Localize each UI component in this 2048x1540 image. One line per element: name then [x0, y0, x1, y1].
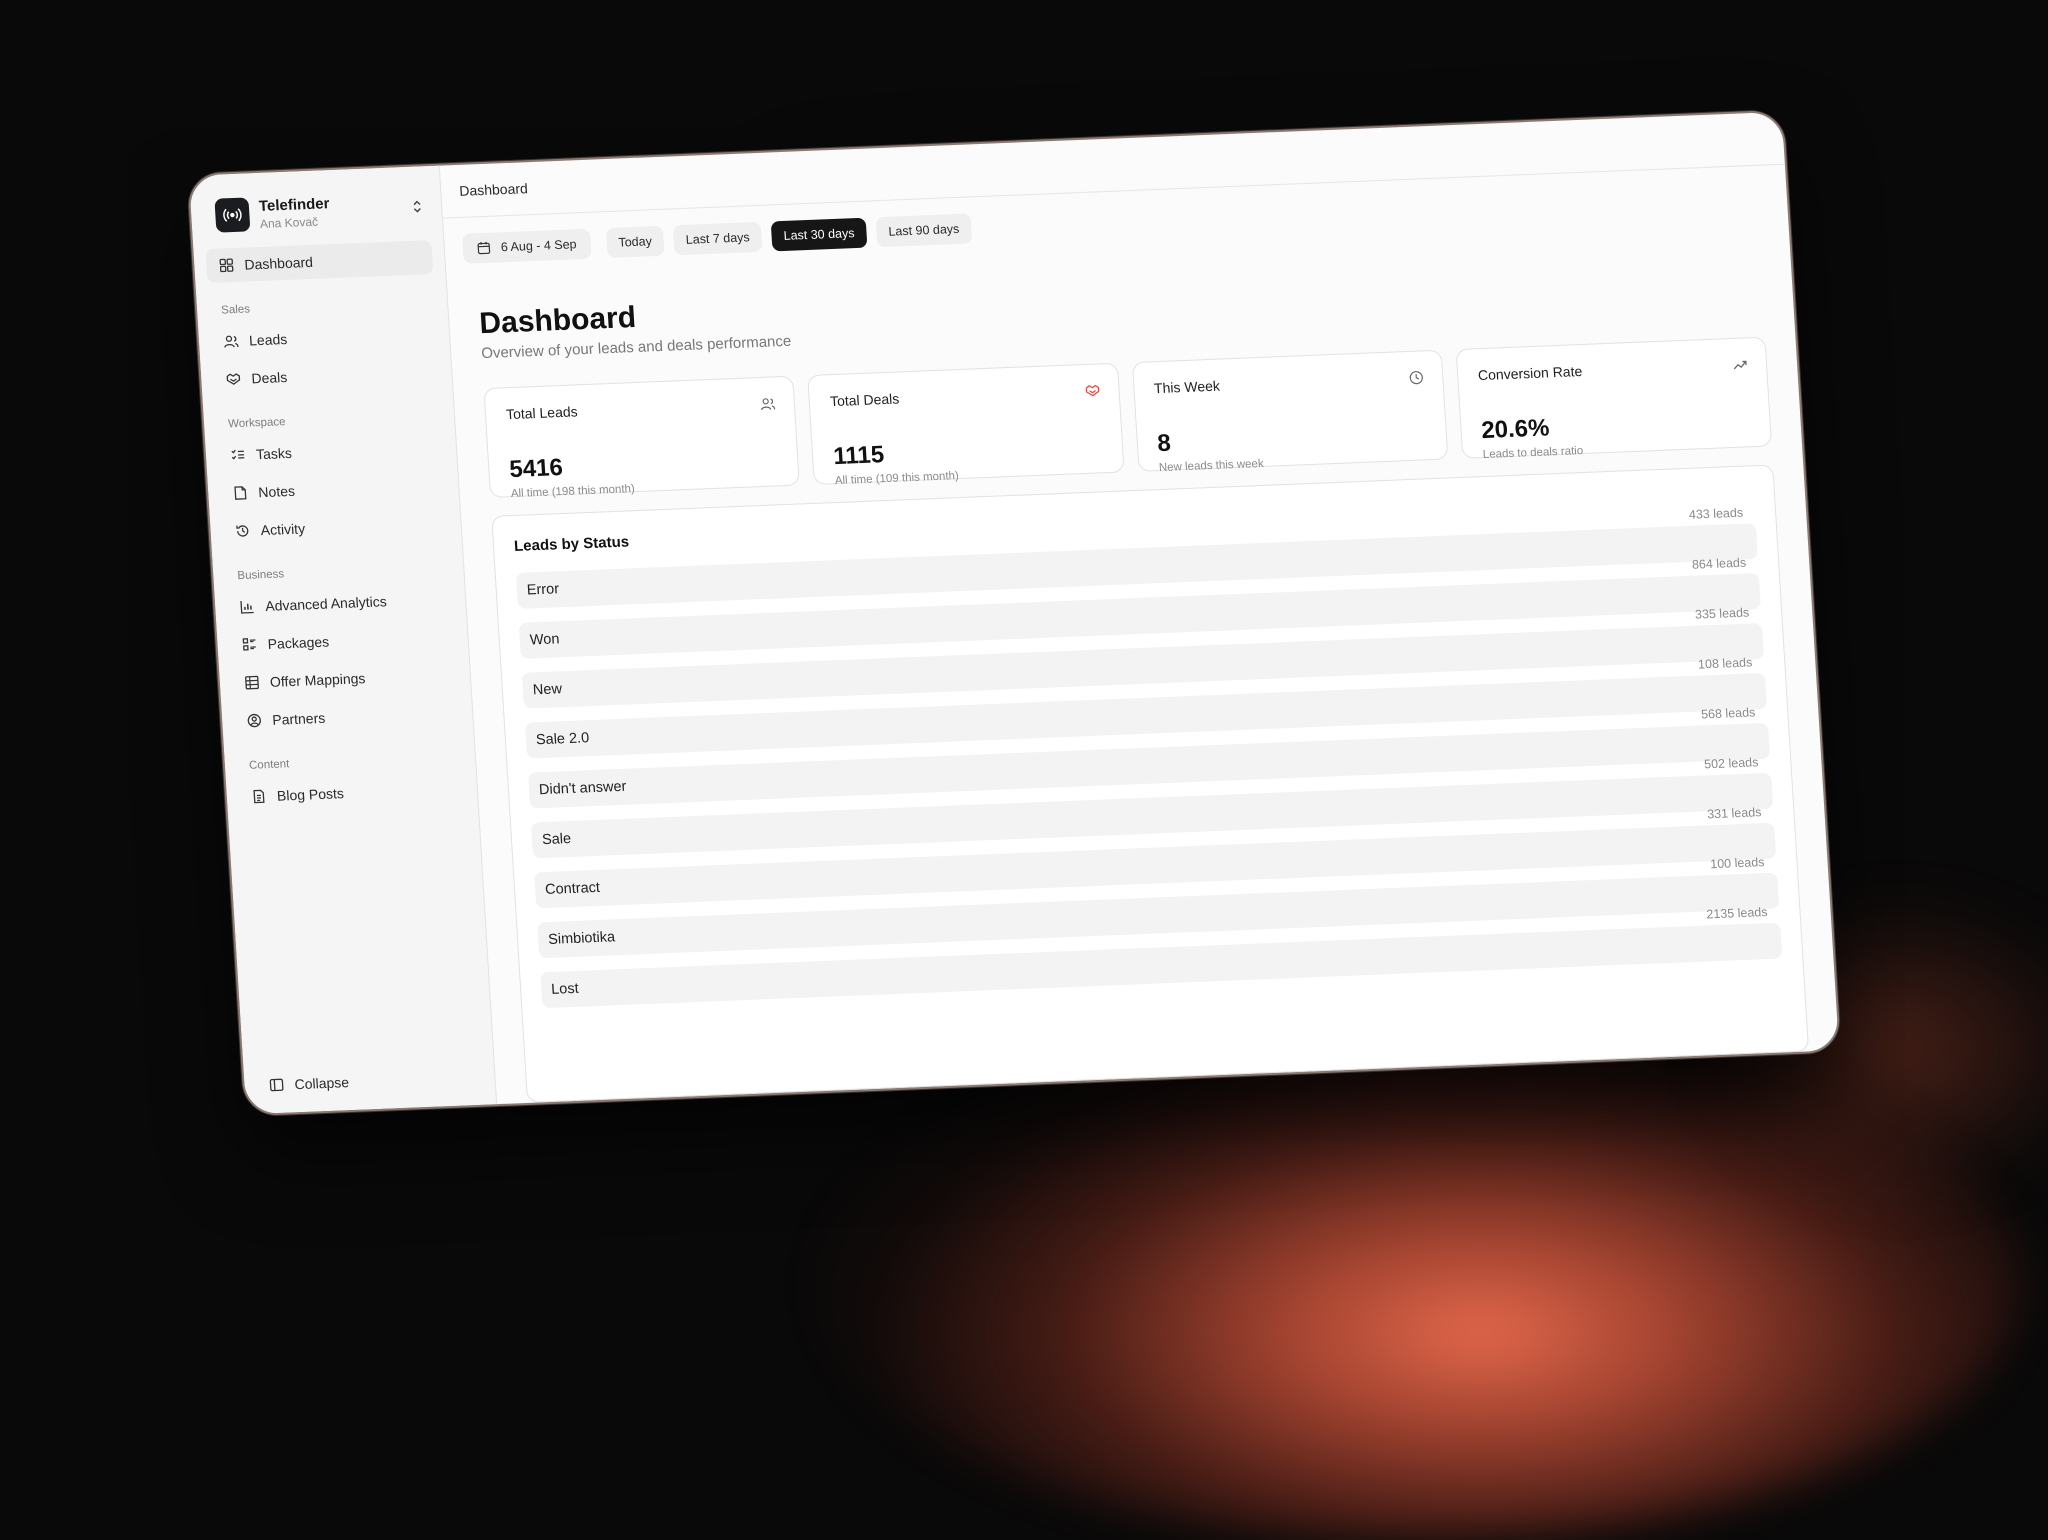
dashboard-icon — [219, 258, 234, 273]
sidebar-item-blog-posts[interactable]: Blog Posts — [238, 771, 466, 814]
sidebar-item-tasks[interactable]: Tasks — [217, 430, 445, 473]
status-count: 2135 leads — [1705, 905, 1768, 922]
status-count: 108 leads — [1697, 655, 1753, 672]
sidebar-item-label: Advanced Analytics — [264, 593, 388, 615]
range-last-30-days-button[interactable]: Last 30 days — [770, 217, 868, 252]
document-icon — [253, 789, 265, 804]
history-icon — [236, 525, 249, 537]
status-count: 100 leads — [1709, 855, 1765, 872]
users-icon — [224, 335, 239, 348]
sidebar-item-label: Blog Posts — [276, 785, 345, 804]
sidebar-item-label: Tasks — [255, 444, 293, 463]
handshake-icon — [226, 373, 241, 385]
status-count: 335 leads — [1694, 605, 1750, 622]
status-list: 433 leads Error 864 leads Won 335 leads … — [515, 506, 1783, 1014]
stat-card-conversion-rate: Conversion Rate 20.6% Leads to deals rat… — [1455, 336, 1773, 461]
chevron-up-down-icon[interactable] — [411, 198, 424, 217]
grid-list-icon — [242, 638, 256, 651]
status-count: 502 leads — [1703, 755, 1759, 772]
sidebar-item-notes[interactable]: Notes — [219, 468, 447, 511]
date-range-label: 6 Aug - 4 Sep — [500, 237, 577, 255]
date-range-picker[interactable]: 6 Aug - 4 Sep — [461, 228, 592, 264]
user-circle-icon — [247, 713, 261, 728]
bar-chart-icon — [240, 600, 254, 614]
range-today-button[interactable]: Today — [605, 225, 665, 259]
collapse-label: Collapse — [294, 1074, 350, 1093]
stat-label: Total Deals — [829, 390, 900, 410]
status-count: 433 leads — [1688, 505, 1744, 522]
sidebar-item-advanced-analytics[interactable]: Advanced Analytics — [226, 582, 454, 625]
range-last-90-days-button[interactable]: Last 90 days — [875, 213, 973, 248]
sidebar-item-label: Packages — [267, 633, 330, 652]
trend-up-icon — [1733, 360, 1747, 370]
stat-label: Conversion Rate — [1477, 363, 1583, 384]
breadcrumb[interactable]: Dashboard — [459, 180, 528, 199]
status-count: 568 leads — [1700, 705, 1756, 722]
collapse-button[interactable]: Collapse — [268, 1074, 350, 1093]
stat-card-total-deals: Total Deals 1115 All time (109 this mont… — [807, 362, 1125, 487]
checklist-icon — [231, 449, 245, 460]
main-content: Dashboard 6 Aug - 4 Sep Today Last 7 day… — [439, 111, 1839, 1104]
stat-label: This Week — [1153, 377, 1221, 397]
workspace-switcher[interactable]: Telefinder Ana Kovač — [189, 166, 443, 248]
stat-card-this-week: This Week 8 New leads this week — [1131, 349, 1449, 474]
broadcast-icon — [223, 208, 242, 222]
clock-icon — [1409, 371, 1423, 385]
note-icon — [234, 486, 247, 500]
status-count: 864 leads — [1691, 555, 1747, 572]
status-count: 331 leads — [1706, 805, 1762, 822]
sidebar-item-label: Deals — [250, 368, 288, 387]
users-icon — [761, 398, 776, 411]
sidebar-item-label: Activity — [260, 520, 306, 539]
stat-label: Total Leads — [505, 403, 579, 423]
sidebar-item-offer-mappings[interactable]: Offer Mappings — [231, 657, 459, 700]
sidebar-item-label: Notes — [257, 482, 296, 501]
stat-card-total-leads: Total Leads 5416 All time (198 this mont… — [483, 375, 801, 500]
app-window: Telefinder Ana Kovač Dashboard Sales Lea… — [186, 109, 1842, 1117]
handshake-icon — [1085, 384, 1099, 397]
table-icon — [245, 675, 259, 690]
sidebar-item-packages[interactable]: Packages — [229, 619, 457, 662]
sidebar-item-label: Dashboard — [243, 253, 314, 273]
leads-by-status-panel: Leads by Status 433 leads Error 864 lead… — [491, 464, 1810, 1103]
brand-logo — [214, 197, 251, 233]
sidebar-item-leads[interactable]: Leads — [210, 316, 438, 359]
sidebar-item-label: Leads — [248, 330, 288, 349]
sidebar-item-label: Partners — [271, 709, 326, 728]
sidebar-item-label: Offer Mappings — [269, 670, 366, 690]
calendar-icon — [477, 241, 491, 255]
sidebar-panel-icon — [269, 1078, 284, 1092]
range-last-7-days-button[interactable]: Last 7 days — [672, 221, 763, 256]
